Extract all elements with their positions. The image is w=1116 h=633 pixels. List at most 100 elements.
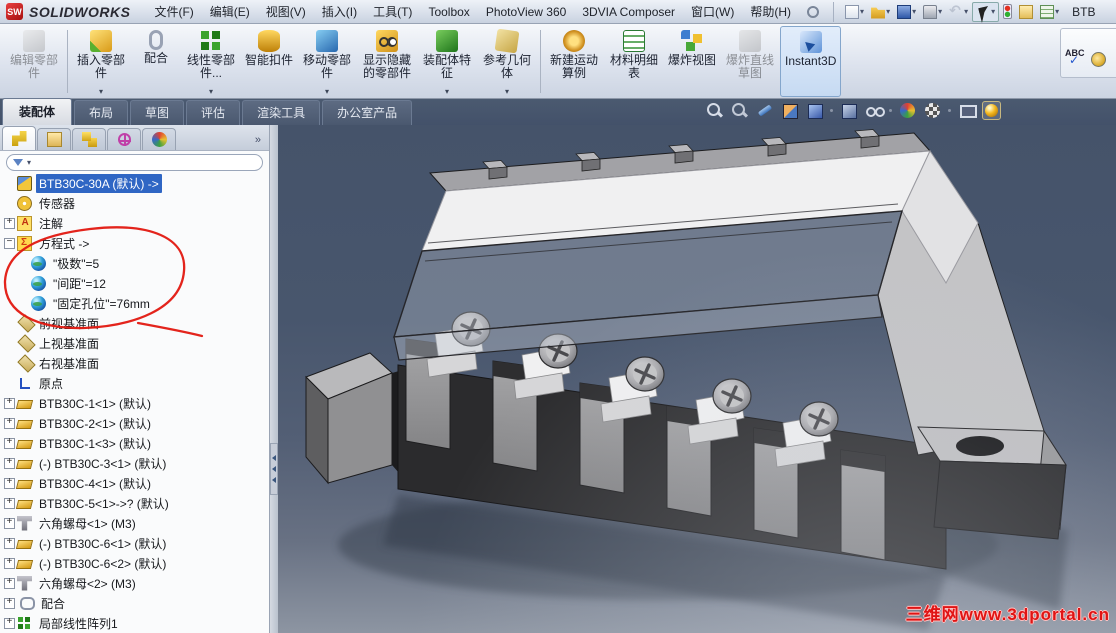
pin-icon[interactable] xyxy=(807,5,820,18)
graphics-viewport[interactable]: 三维网www.3dportal.cn xyxy=(278,125,1116,633)
ribbon-button-motion-study[interactable]: 新建运动算例 xyxy=(544,26,604,97)
ribbon-button-show-hidden[interactable]: 显示隐藏的零部件 xyxy=(357,26,417,97)
ribbon-button-assembly-features[interactable]: 装配体特征 ▾ xyxy=(417,26,477,97)
measure-icon[interactable] xyxy=(1090,51,1106,67)
tree-item-btb30c-2-1[interactable]: BTB30C-2<1> (默认) xyxy=(0,413,269,433)
tree-item-mates[interactable]: 配合 xyxy=(0,593,269,613)
zoom-area-icon[interactable] xyxy=(730,101,749,120)
ribbon-button-move-component[interactable]: 移动零部件 ▾ xyxy=(297,26,357,97)
section-view-icon[interactable] xyxy=(780,101,799,120)
panel-tab-dimxpert[interactable] xyxy=(107,128,141,150)
tree-item-eq-pitch[interactable]: "间距"=12 xyxy=(0,273,269,293)
tab-evaluate[interactable]: 评估 xyxy=(186,100,241,125)
spell-check-icon[interactable]: ABC xyxy=(1065,48,1085,67)
menu-item-f[interactable]: 文件(F) xyxy=(146,0,201,23)
new-document-button[interactable]: ▾ xyxy=(842,3,867,21)
ribbon-button-mate[interactable]: 配合 xyxy=(131,26,181,97)
panel-tab-configuration-manager[interactable] xyxy=(72,128,106,150)
expand-toggle[interactable] xyxy=(4,476,15,489)
expand-toggle[interactable] xyxy=(4,616,15,629)
ribbon-button-bill-of-materials[interactable]: 材料明细表 xyxy=(604,26,664,97)
print-button[interactable]: ▾ xyxy=(920,3,945,21)
expand-toggle[interactable] xyxy=(4,496,15,509)
task-list-button[interactable]: ▾ xyxy=(1037,3,1062,21)
dropdown-arrow-icon[interactable]: ▾ xyxy=(209,88,213,96)
preview-orb-icon[interactable] xyxy=(982,101,1001,120)
menu-item-i[interactable]: 插入(I) xyxy=(314,0,365,23)
tree-item-equations[interactable]: 方程式 -> xyxy=(0,233,269,253)
open-button[interactable]: ▾ xyxy=(868,3,893,21)
tab-render-tools[interactable]: 渲染工具 xyxy=(242,100,321,125)
previous-view-icon[interactable] xyxy=(755,101,774,120)
dropdown-arrow-icon[interactable]: ▾ xyxy=(99,88,103,96)
expand-toggle[interactable] xyxy=(4,576,15,589)
dropdown-arrow-icon[interactable]: ▾ xyxy=(964,7,968,16)
tree-item-annotations[interactable]: 注解 xyxy=(0,213,269,233)
menu-item-3dvia-composer[interactable]: 3DVIA Composer xyxy=(574,2,683,22)
dropdown-arrow-icon[interactable]: ▾ xyxy=(991,7,995,16)
ribbon-button-explode-line-sketch[interactable]: 爆炸直线草图 xyxy=(720,26,780,97)
expand-toggle[interactable] xyxy=(4,536,15,549)
select-arrow-button[interactable]: ▾ xyxy=(972,1,1000,22)
apply-scene-icon[interactable] xyxy=(923,101,942,120)
expand-toggle[interactable] xyxy=(4,556,15,569)
tab-sketch[interactable]: 草图 xyxy=(130,100,185,125)
tab-layout[interactable]: 布局 xyxy=(74,100,129,125)
panel-tab-feature-manager[interactable] xyxy=(2,126,36,150)
menu-item-h[interactable]: 帮助(H) xyxy=(742,0,799,23)
tree-item-btb30c-4-1[interactable]: BTB30C-4<1> (默认) xyxy=(0,473,269,493)
traffic-light-button[interactable] xyxy=(1000,2,1015,21)
tree-item-btb30c-1-1[interactable]: BTB30C-1<1> (默认) xyxy=(0,393,269,413)
tree-item-hex-nut-1[interactable]: 六角螺母<1> (M3) xyxy=(0,513,269,533)
ribbon-button-instant3d[interactable]: Instant3D xyxy=(780,26,842,97)
ribbon-button-edit-component[interactable]: 编辑零部件 xyxy=(4,26,64,97)
dropdown-arrow-icon[interactable]: ▾ xyxy=(938,7,942,16)
dropdown-arrow-icon[interactable]: ▾ xyxy=(505,88,509,96)
dropdown-arrow-icon[interactable]: ▾ xyxy=(860,7,864,16)
filter-dropdown-icon[interactable]: ▾ xyxy=(27,158,31,167)
ribbon-button-reference-geometry[interactable]: 参考几何体 ▾ xyxy=(477,26,537,97)
hide-show-items-icon[interactable] xyxy=(864,101,885,120)
dropdown-arrow-icon[interactable]: ▾ xyxy=(325,88,329,96)
ribbon-button-linear-pattern[interactable]: 线性零部件... ▾ xyxy=(181,26,241,97)
ribbon-button-exploded-view[interactable]: 爆炸视图 xyxy=(664,26,720,97)
file-properties-button[interactable] xyxy=(1016,3,1036,21)
tree-item-btb30c-3-1[interactable]: (-) BTB30C-3<1> (默认) xyxy=(0,453,269,473)
tree-item-eq-mount-hole[interactable]: "固定孔位"=76mm xyxy=(0,293,269,313)
menu-item-v[interactable]: 视图(V) xyxy=(258,0,314,23)
tree-item-origin[interactable]: 原点 xyxy=(0,373,269,393)
dropdown-arrow-icon[interactable]: ▾ xyxy=(912,7,916,16)
tree-filter-input[interactable]: ▾ xyxy=(6,153,263,171)
tree-item-btb30c-6-1[interactable]: (-) BTB30C-6<1> (默认) xyxy=(0,533,269,553)
view-orientation-icon[interactable] xyxy=(805,101,824,120)
tab-office-products[interactable]: 办公室产品 xyxy=(322,100,413,125)
3d-model[interactable] xyxy=(278,125,1116,633)
expand-toggle[interactable] xyxy=(4,596,15,609)
menu-item-w[interactable]: 窗口(W) xyxy=(683,0,742,23)
expand-toggle[interactable] xyxy=(4,456,15,469)
undo-button[interactable]: ▾ xyxy=(946,2,971,21)
tree-item-hex-nut-2[interactable]: 六角螺母<2> (M3) xyxy=(0,573,269,593)
expand-toggle[interactable] xyxy=(4,516,15,529)
menu-item-e[interactable]: 编辑(E) xyxy=(202,0,258,23)
dropdown-arrow-icon[interactable]: ▾ xyxy=(445,88,449,96)
expand-toggle[interactable] xyxy=(4,216,15,229)
tree-item-btb30c-5-1[interactable]: BTB30C-5<1>->? (默认) xyxy=(0,493,269,513)
edit-appearance-icon[interactable] xyxy=(898,101,917,120)
menu-item-t[interactable]: 工具(T) xyxy=(365,0,420,23)
expand-toggle[interactable] xyxy=(4,396,15,409)
tree-item-root[interactable]: BTB30C-30A (默认) -> xyxy=(0,173,269,193)
panel-collapse-handle[interactable] xyxy=(270,443,278,495)
tree-item-sensors[interactable]: 传感器 xyxy=(0,193,269,213)
save-button[interactable]: ▾ xyxy=(894,3,919,21)
dropdown-arrow-icon[interactable]: ▾ xyxy=(1055,7,1059,16)
panel-tab-property-manager[interactable] xyxy=(37,128,71,150)
menu-item-toolbox[interactable]: Toolbox xyxy=(420,2,477,22)
tree-item-top-plane[interactable]: 上视基准面 xyxy=(0,333,269,353)
tree-item-eq-poles[interactable]: "极数"=5 xyxy=(0,253,269,273)
expand-toggle[interactable] xyxy=(4,436,15,449)
panel-tabs-overflow-icon[interactable]: » xyxy=(249,134,267,150)
ribbon-button-insert-component[interactable]: 插入零部件 ▾ xyxy=(71,26,131,97)
tree-item-btb30c-1-3[interactable]: BTB30C-1<3> (默认) xyxy=(0,433,269,453)
panel-tab-display-manager[interactable] xyxy=(142,128,176,150)
